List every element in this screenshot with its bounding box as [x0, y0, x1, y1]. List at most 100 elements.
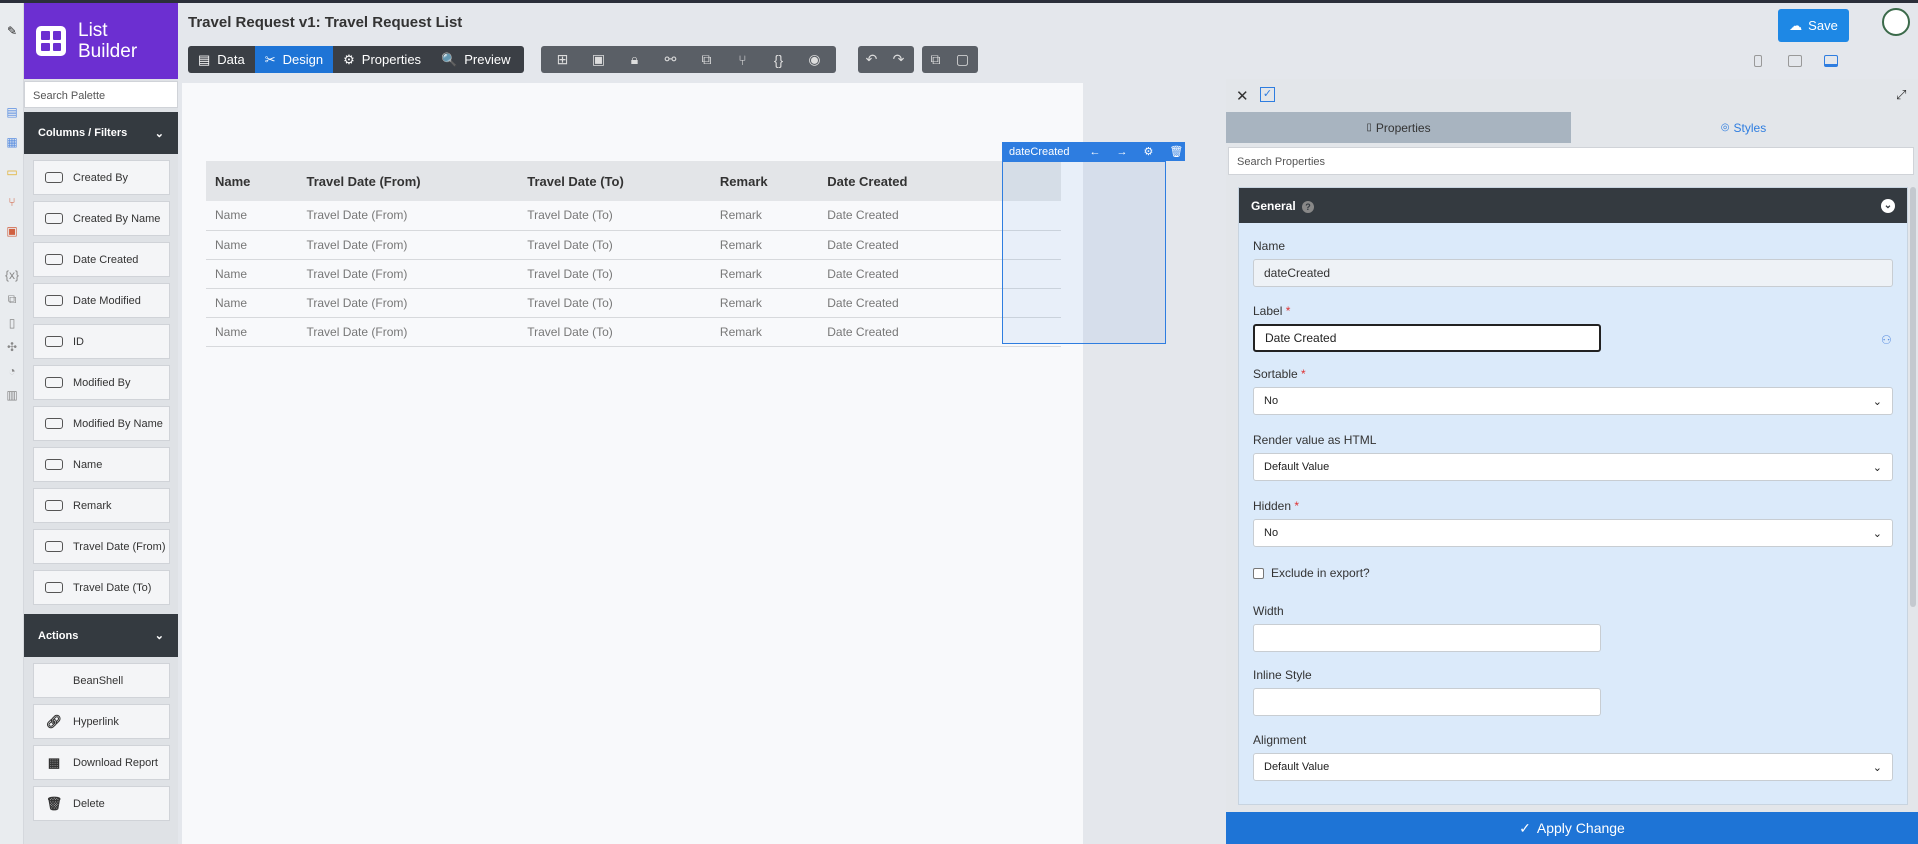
- palette-column-item[interactable]: Remark: [33, 488, 170, 523]
- tab-styles[interactable]: ◎ Styles: [1571, 112, 1916, 143]
- label-field[interactable]: Date Created: [1253, 324, 1601, 352]
- palette-column-label: ID: [73, 335, 84, 348]
- desktop-view-icon[interactable]: [1824, 55, 1838, 67]
- plugin-icon[interactable]: ✣: [4, 339, 20, 355]
- paste-icon[interactable]: ▢: [949, 46, 976, 73]
- code-braces-icon[interactable]: {}: [765, 46, 792, 73]
- properties-mode-button[interactable]: ⚙ Properties: [333, 46, 431, 73]
- palette-column-label: Modified By: [73, 376, 131, 389]
- columns-section-header[interactable]: Columns / Filters ⌄: [24, 112, 178, 154]
- column-header[interactable]: Travel Date (From): [297, 161, 519, 201]
- palette-search-input[interactable]: Search Palette: [24, 81, 178, 108]
- dashboard-icon[interactable]: ◔: [4, 363, 20, 379]
- palette-column-label: Remark: [73, 499, 112, 512]
- alignment-label: Alignment: [1253, 733, 1307, 747]
- history-toolbar: ↶ ↷: [858, 46, 914, 73]
- sortable-select[interactable]: No ⌄: [1253, 387, 1893, 415]
- column-header[interactable]: Name: [206, 161, 298, 201]
- palette-column-item[interactable]: Travel Date (From): [33, 529, 170, 564]
- undo-icon[interactable]: ↶: [858, 46, 885, 73]
- redo-icon[interactable]: ↷: [885, 46, 912, 73]
- expand-icon[interactable]: ⤢: [1896, 87, 1906, 103]
- table-cell: Travel Date (To): [518, 230, 711, 260]
- palette-action-item[interactable]: ▦ Download Report: [33, 745, 170, 780]
- palette-column-item[interactable]: Date Created: [33, 242, 170, 277]
- avatar[interactable]: [1882, 8, 1910, 36]
- tab-properties[interactable]: ▯ Properties: [1226, 112, 1571, 143]
- report-icon[interactable]: ▣: [4, 223, 20, 239]
- tablet-view-icon[interactable]: [1788, 55, 1802, 67]
- palette-column-item[interactable]: Travel Date (To): [33, 570, 170, 605]
- palette-action-item[interactable]: 🔗︎ Hyperlink: [33, 704, 170, 739]
- edit-icon[interactable]: ✎: [4, 23, 20, 39]
- palette-action-label: BeanShell: [73, 674, 124, 687]
- actions-section-header[interactable]: Actions ⌄: [24, 614, 178, 657]
- palette-column-item[interactable]: ID: [33, 324, 170, 359]
- table-cell: Travel Date (To): [518, 259, 711, 289]
- camera-icon[interactable]: ◉: [801, 46, 828, 73]
- palette-column-item[interactable]: Date Modified: [33, 283, 170, 318]
- palette-action-item[interactable]: BeanShell: [33, 663, 170, 698]
- hidden-select[interactable]: No ⌄: [1253, 519, 1893, 547]
- mobile-view-icon[interactable]: [1754, 55, 1762, 67]
- preview-mode-button[interactable]: 🔍 Preview: [431, 46, 520, 73]
- move-left-icon[interactable]: ←: [1090, 146, 1101, 158]
- width-field[interactable]: [1253, 624, 1601, 652]
- table-cell: Name: [206, 288, 298, 318]
- branch-icon[interactable]: ⑂: [729, 46, 756, 73]
- save-button[interactable]: ☁ Save: [1778, 9, 1849, 42]
- column-header[interactable]: Travel Date (To): [518, 161, 711, 201]
- book-icon[interactable]: ▥: [4, 387, 20, 403]
- move-right-icon[interactable]: →: [1117, 146, 1128, 158]
- exclude-export-checkbox[interactable]: [1253, 568, 1264, 579]
- palette-column-label: Travel Date (To): [73, 581, 152, 594]
- name-field[interactable]: dateCreated: [1253, 259, 1893, 287]
- selected-column-highlight[interactable]: [1002, 161, 1166, 344]
- checkbox-icon[interactable]: ✓: [1260, 87, 1275, 102]
- lock-icon[interactable]: 🔒︎: [621, 46, 648, 73]
- render-html-select[interactable]: Default Value ⌄: [1253, 453, 1893, 481]
- table-cell: Remark: [710, 259, 819, 289]
- table-body: Name Travel Date (From) Travel Date (To) Re…: [206, 201, 1061, 347]
- apply-change-button[interactable]: ✓ Apply Change: [1226, 812, 1918, 844]
- palette-column-label: Created By Name: [73, 212, 161, 225]
- properties-scrollbar[interactable]: [1910, 187, 1916, 607]
- general-section-header[interactable]: General ? ⌄: [1239, 188, 1907, 223]
- palette-action-label: Download Report: [73, 756, 158, 769]
- builder-icon[interactable]: ▣: [585, 46, 612, 73]
- properties-search-input[interactable]: Search Properties: [1228, 147, 1914, 175]
- translate-icon[interactable]: ⧉: [693, 46, 720, 73]
- tree-icon[interactable]: ⊞: [549, 46, 576, 73]
- database-icon: ▤: [198, 51, 211, 67]
- palette-column-item[interactable]: Created By: [33, 160, 170, 195]
- palette-column-item[interactable]: Name: [33, 447, 170, 482]
- translate-icon[interactable]: ⚇: [1881, 333, 1892, 347]
- variable-icon[interactable]: {x}: [4, 267, 20, 283]
- palette-column-item[interactable]: Modified By: [33, 365, 170, 400]
- column-header[interactable]: Remark: [710, 161, 819, 201]
- palette-action-item[interactable]: 🗑︎ Delete: [33, 786, 170, 821]
- palette-column-item[interactable]: Modified By Name: [33, 406, 170, 441]
- alignment-select[interactable]: Default Value ⌄: [1253, 753, 1893, 781]
- help-icon[interactable]: ?: [1302, 200, 1315, 213]
- actions-section-title: Actions: [38, 629, 79, 642]
- collapse-icon[interactable]: ⌄: [1881, 198, 1895, 213]
- settings-icon[interactable]: ⚙: [1144, 145, 1154, 158]
- required-marker: *: [1301, 367, 1306, 381]
- table-cell: Name: [206, 230, 298, 260]
- monitor-icon[interactable]: ▭: [4, 164, 20, 180]
- delete-icon[interactable]: 🗑︎: [1169, 145, 1183, 158]
- inline-style-field[interactable]: [1253, 688, 1601, 716]
- binoculars-icon[interactable]: ⚯: [657, 46, 684, 73]
- palette-column-item[interactable]: Created By Name: [33, 201, 170, 236]
- copy-icon[interactable]: ⧉: [922, 46, 949, 73]
- design-mode-button[interactable]: ✂ Design: [254, 46, 334, 73]
- data-mode-button[interactable]: ▤ Data: [188, 46, 255, 73]
- form-icon[interactable]: ▤: [4, 104, 20, 120]
- inline-style-label: Inline Style: [1253, 668, 1312, 682]
- close-icon[interactable]: ✕: [1236, 87, 1249, 105]
- document-icon[interactable]: ▯: [4, 315, 20, 331]
- process-icon[interactable]: ⑂: [4, 194, 20, 210]
- copy-icon[interactable]: ⧉: [4, 291, 20, 307]
- list-icon[interactable]: ▦: [4, 134, 20, 150]
